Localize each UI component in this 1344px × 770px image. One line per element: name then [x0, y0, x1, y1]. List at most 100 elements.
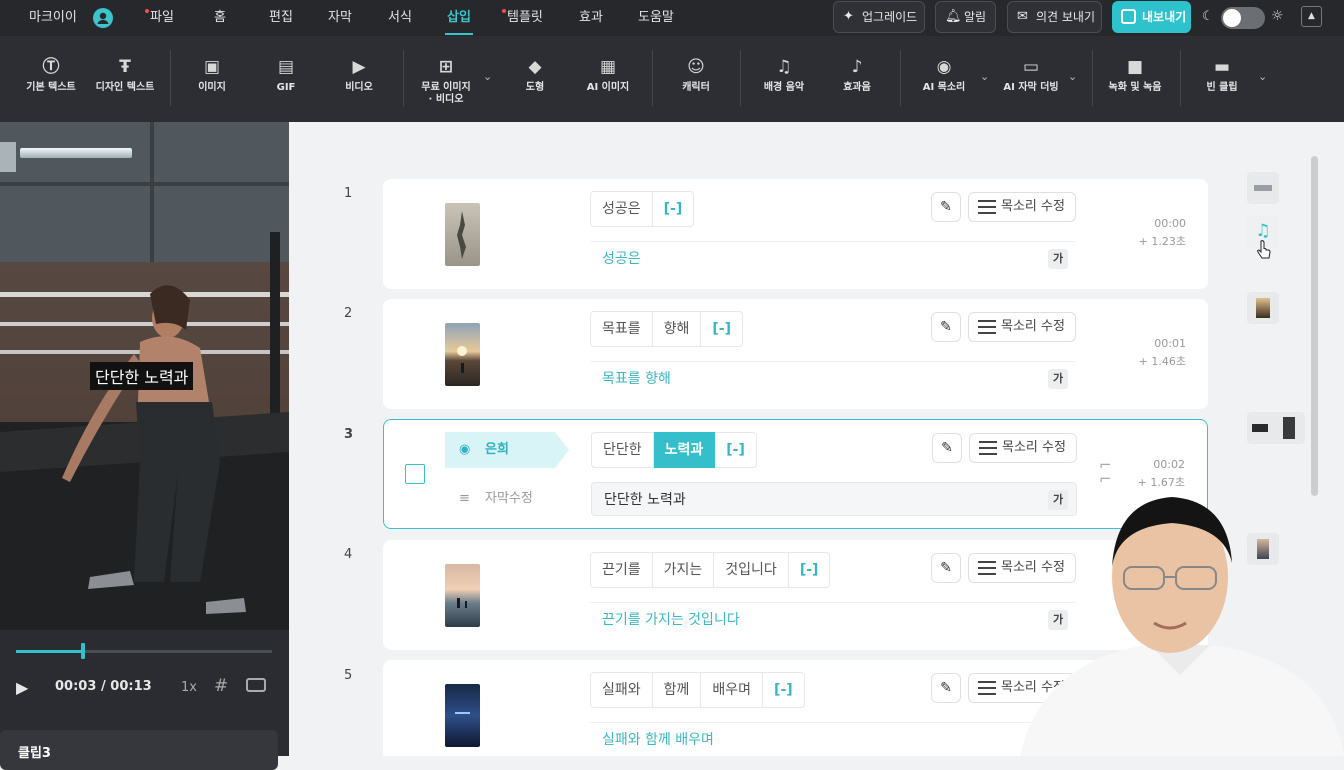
chevron-down-icon[interactable]: ⌄ [1068, 70, 1077, 83]
tool-ai-image[interactable]: ▦ AI 이미지 [580, 50, 636, 120]
playback-speed[interactable]: 1x [181, 680, 197, 695]
export-button[interactable]: 내보내기 [1112, 1, 1191, 33]
pencil-icon[interactable]: ✎ [932, 433, 962, 463]
gif-icon: ▤ [277, 57, 295, 77]
media-thumb-sunset[interactable] [1247, 292, 1279, 324]
media-thumb-pair[interactable] [1247, 412, 1305, 444]
tool-video[interactable]: ▶ 비디오 [334, 50, 384, 120]
sliders-icon [978, 561, 996, 575]
tool-character[interactable]: ☺ 캐릭터 [672, 50, 720, 120]
menu-template[interactable]: 템플릿 [502, 0, 543, 36]
tool-gif[interactable]: ▤ GIF [262, 50, 310, 120]
toolbar-divider [652, 50, 653, 106]
subtitle-edit-label[interactable]: ≡ 자막수정 [459, 482, 533, 516]
caption-text[interactable]: 성공은 가 [590, 241, 1076, 275]
menu-file[interactable]: 파일 [145, 0, 174, 36]
clip-number: 1 [344, 186, 353, 201]
pencil-icon[interactable]: ✎ [931, 553, 961, 583]
font-style-badge[interactable]: 가 [1048, 369, 1068, 389]
menu-insert[interactable]: 삽입 [445, 0, 473, 36]
menu-home[interactable]: 홈 [214, 0, 226, 36]
chevron-down-icon[interactable]: ⌄ [1258, 70, 1267, 83]
clip-card[interactable]: 목표를 향해 [-] ✎ 목소리 수정 목표를 향해 가 00:01 + 1.46초 [383, 299, 1208, 409]
brand-name: 마크이이 [29, 10, 77, 25]
word-chip[interactable]: 목표를 [590, 311, 653, 347]
clip-number: 5 [344, 668, 353, 683]
clip-thumbnail[interactable] [445, 684, 480, 747]
tool-blank-clip[interactable]: ▬ 빈 클립 [1198, 50, 1246, 120]
menu-help[interactable]: 도움말 [638, 0, 674, 36]
word-chip[interactable]: 단단한 [591, 432, 654, 468]
pencil-icon[interactable]: ✎ [931, 312, 961, 342]
caption-text[interactable]: 끈기를 가지는 것입니다 가 [590, 602, 1076, 636]
grid-icon[interactable]: # [214, 676, 228, 696]
tool-basic-text[interactable]: Ⓣ 기본 텍스트 [22, 50, 80, 120]
pencil-icon[interactable]: ✎ [931, 192, 961, 222]
video-subtitle: 단단한 노력과 [90, 362, 194, 390]
toolbar-divider [900, 50, 901, 106]
caption-text[interactable]: 목표를 향해 가 [590, 361, 1076, 395]
pause-chip[interactable]: [-] [652, 191, 695, 227]
tool-shape[interactable]: ◆ 도형 [512, 50, 558, 120]
merge-arrows-icon[interactable]: ⌐ ⌐ [1099, 458, 1112, 487]
notification-button[interactable]: 🔔︎ 알림 [935, 1, 996, 33]
word-chip[interactable]: 함께 [652, 672, 702, 708]
media-thumb-strip[interactable] [1247, 172, 1279, 204]
tool-image[interactable]: ▣ 이미지 [186, 50, 238, 120]
chevron-down-icon[interactable]: ⌄ [980, 70, 989, 83]
toggle-knob [1223, 9, 1241, 27]
upgrade-button[interactable]: ✦ 업그레이드 [833, 1, 925, 33]
word-chip[interactable]: 실패와 [590, 672, 653, 708]
word-chip[interactable]: 향해 [652, 311, 702, 347]
theme-toggle[interactable] [1221, 7, 1265, 29]
tool-record[interactable]: ■ 녹화 및 녹음 [1104, 50, 1166, 120]
pause-chip[interactable]: [-] [763, 672, 805, 708]
subtitle-display-icon[interactable] [246, 678, 266, 692]
scrollbar[interactable] [1311, 156, 1318, 496]
tool-sfx[interactable]: ♪ 효과음 [834, 50, 880, 120]
pause-chip[interactable]: [-] [701, 311, 744, 347]
tool-ai-voice[interactable]: ◉ AI 목소리 [916, 50, 972, 120]
collapse-up-icon[interactable]: ▲ [1301, 6, 1322, 27]
clip-checkbox[interactable] [405, 464, 425, 484]
pause-chip[interactable]: [-] [715, 432, 757, 468]
clip-thumbnail[interactable] [445, 564, 480, 627]
menu-effects[interactable]: 효과 [579, 0, 603, 36]
font-style-badge[interactable]: 가 [1048, 249, 1068, 269]
voice-edit-button[interactable]: 목소리 수정 [969, 433, 1077, 463]
pause-chip[interactable]: [-] [788, 552, 831, 588]
clip-timing: 00:01 + 1.46초 [1138, 337, 1186, 368]
caption-text[interactable]: 실패와 함께 배우며 [590, 722, 1076, 756]
tool-design-text[interactable]: Ŧ 디자인 텍스트 [92, 50, 158, 120]
word-chip-active[interactable]: 노력과 [653, 432, 716, 468]
video-preview[interactable]: 단단한 노력과 [0, 122, 289, 630]
clip-thumbnail[interactable] [445, 203, 480, 266]
voice-edit-button[interactable]: 목소리 수정 [968, 192, 1076, 222]
pencil-icon[interactable]: ✎ [931, 673, 961, 703]
menu-subtitle[interactable]: 자막 [328, 0, 352, 36]
word-chip[interactable]: 끈기를 [590, 552, 653, 588]
voice-edit-button[interactable]: 목소리 수정 [968, 312, 1076, 342]
caption-edit-field[interactable]: 단단한 노력과 가 [591, 482, 1077, 516]
image-icon: ▣ [203, 57, 221, 77]
word-chip[interactable]: 가지는 [652, 552, 715, 588]
user-avatar-icon[interactable] [93, 8, 113, 28]
tool-bgm[interactable]: ♫ 배경 음악 [755, 50, 813, 120]
tool-free-media[interactable]: ⊞ 무료 이미지 · 비디오 [414, 50, 478, 120]
seek-bar[interactable] [16, 643, 272, 659]
menu-format[interactable]: 서식 [388, 0, 412, 36]
feedback-button[interactable]: ✉ 의견 보내기 [1007, 1, 1102, 33]
chevron-down-icon[interactable]: ⌄ [483, 70, 492, 83]
music-note-icon: ♫ [776, 57, 792, 77]
speaker-tag[interactable]: ◉ 은희 [445, 432, 569, 468]
clip-card[interactable]: 성공은 [-] ✎ 목소리 수정 성공은 가 00:00 + 1.23초 [383, 179, 1208, 289]
clip-thumbnail[interactable] [445, 323, 480, 386]
current-time: 00:03 [55, 679, 97, 694]
tool-ai-dubbing[interactable]: ▭ AI 자막 더빙 [1000, 50, 1062, 120]
menu-edit[interactable]: 편집 [269, 0, 293, 36]
word-chip[interactable]: 성공은 [590, 191, 653, 227]
word-chip[interactable]: 것입니다 [714, 552, 789, 588]
play-icon[interactable]: ▶ [16, 678, 28, 697]
seek-handle[interactable] [80, 643, 85, 659]
word-chip[interactable]: 배우며 [701, 672, 764, 708]
